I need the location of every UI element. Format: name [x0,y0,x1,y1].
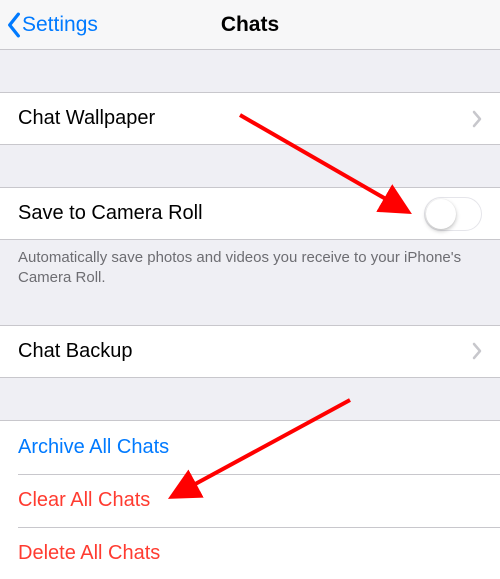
chat-wallpaper-label: Chat Wallpaper [18,107,472,130]
spacer [0,145,500,187]
save-camera-roll-row: Save to Camera Roll [0,187,500,240]
chat-backup-row[interactable]: Chat Backup [0,325,500,378]
save-camera-roll-toggle[interactable] [424,197,482,231]
save-camera-roll-label: Save to Camera Roll [18,202,424,225]
clear-all-chats-button[interactable]: Clear All Chats [0,474,500,527]
back-button[interactable]: Settings [0,12,98,38]
spacer [0,289,500,325]
toggle-knob [426,199,456,229]
clear-all-chats-label: Clear All Chats [18,489,150,512]
spacer [0,50,500,92]
archive-all-chats-button[interactable]: Archive All Chats [0,421,500,474]
spacer [0,378,500,420]
nav-bar: Settings Chats [0,0,500,50]
delete-all-chats-button[interactable]: Delete All Chats [0,527,500,579]
actions-group: Archive All Chats Clear All Chats Delete… [0,420,500,579]
delete-all-chats-label: Delete All Chats [18,542,160,565]
chevron-right-icon [472,342,482,360]
chevron-left-icon [6,12,22,38]
save-camera-roll-footer: Automatically save photos and videos you… [0,240,500,289]
chat-wallpaper-row[interactable]: Chat Wallpaper [0,92,500,145]
back-label: Settings [22,13,98,37]
chat-backup-label: Chat Backup [18,340,472,363]
chevron-right-icon [472,110,482,128]
archive-all-chats-label: Archive All Chats [18,436,169,459]
